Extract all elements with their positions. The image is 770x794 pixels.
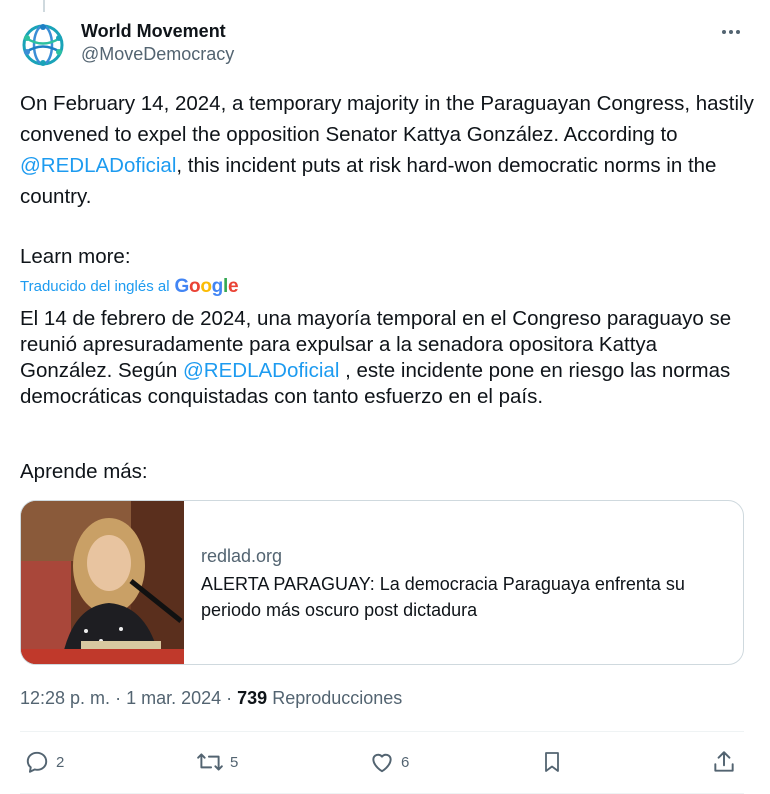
- divider: [20, 731, 744, 732]
- share-icon: [714, 751, 734, 772]
- bookmark-icon: [545, 752, 559, 772]
- more-options-button[interactable]: [719, 20, 743, 44]
- tweet-text-part: On February 14, 2024, a temporary majori…: [20, 92, 760, 146]
- avatar[interactable]: [20, 22, 66, 68]
- learn-more-text: Learn more:: [20, 245, 131, 268]
- meta-separator: ·: [115, 688, 127, 708]
- senator-photo: [21, 501, 184, 664]
- mention-link-es[interactable]: @REDLADoficial: [183, 359, 339, 382]
- link-preview-card[interactable]: redlad.org ALERTA PARAGUAY: La democraci…: [20, 500, 744, 665]
- card-title: ALERTA PARAGUAY: La democracia Paraguaya…: [201, 574, 685, 620]
- more-dots-icon: [722, 30, 740, 34]
- reply-button[interactable]: 2: [24, 749, 64, 775]
- like-button[interactable]: 6: [369, 749, 409, 775]
- tweet-time[interactable]: 12:28 p. m.: [20, 688, 110, 708]
- views-label: Reproducciones: [272, 688, 403, 708]
- translation-label-text: Traducido del inglés al: [20, 278, 170, 295]
- share-button[interactable]: [711, 749, 737, 775]
- mention-link[interactable]: @REDLADoficial: [20, 154, 176, 177]
- card-domain: redlad.org: [201, 546, 283, 566]
- meta-separator: ·: [226, 688, 238, 708]
- tweet-text-english: On February 14, 2024, a temporary majori…: [20, 88, 755, 212]
- thread-line: [43, 0, 45, 12]
- retweet-button[interactable]: 5: [196, 749, 238, 775]
- reply-icon: [26, 751, 48, 773]
- view-count: 739: [237, 688, 268, 708]
- author-block: World Movement @MoveDemocracy: [81, 20, 234, 66]
- globe-network-logo-icon: [22, 24, 64, 66]
- author-handle[interactable]: @MoveDemocracy: [81, 42, 234, 66]
- like-count: 6: [401, 753, 410, 771]
- translation-label[interactable]: Traducido del inglés al Google: [20, 276, 239, 298]
- reply-count: 2: [56, 753, 65, 771]
- tweet-text-translated: El 14 de febrero de 2024, una mayoría te…: [20, 306, 755, 410]
- google-logo: Google: [174, 276, 239, 297]
- author-name[interactable]: World Movement: [81, 20, 234, 42]
- aprende-mas-text: Aprende más:: [20, 460, 148, 483]
- bookmark-button[interactable]: [540, 749, 564, 775]
- tweet-meta: 12:28 p. m. · 1 mar. 2024 · 739 Reproduc…: [20, 686, 402, 710]
- retweet-icon: [197, 753, 223, 771]
- retweet-count: 5: [230, 753, 239, 771]
- heart-icon: [372, 753, 392, 773]
- tweet-date[interactable]: 1 mar. 2024: [126, 688, 221, 708]
